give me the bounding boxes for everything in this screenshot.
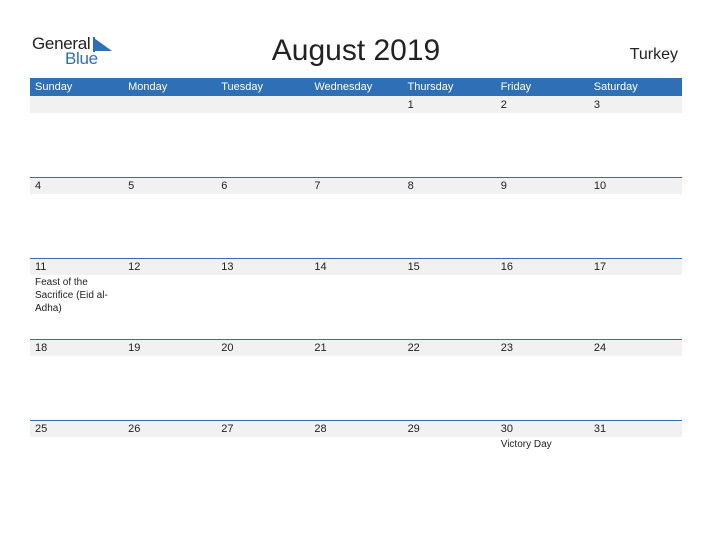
day-number: 26 — [128, 423, 141, 435]
week-row: 1 2 3 — [30, 96, 682, 177]
holiday-event: Feast of the Sacrifice (Eid al-Adha) — [35, 277, 108, 314]
day-number: 22 — [407, 342, 420, 354]
day-cell — [30, 96, 123, 177]
day-cell: 20 — [216, 339, 309, 420]
day-number: 8 — [407, 180, 414, 192]
day-number: 31 — [593, 423, 607, 435]
day-number: 12 — [128, 261, 141, 273]
weekday-header: Sunday Monday Tuesday Wednesday Thursday… — [30, 78, 682, 96]
day-number: 3 — [593, 99, 600, 111]
day-cell: 16 — [496, 258, 589, 339]
day-cell: 14 — [309, 258, 402, 339]
day-number: 18 — [35, 342, 48, 354]
day-number: 20 — [221, 342, 234, 354]
day-cell: 3 — [589, 96, 682, 177]
day-number: 19 — [128, 342, 141, 354]
day-cell: 19 — [123, 339, 216, 420]
day-cell: 12 — [123, 258, 216, 339]
day-cell: 30 Victory Day — [496, 420, 589, 501]
day-cell: 13 — [216, 258, 309, 339]
weekday-monday: Monday — [128, 81, 168, 93]
day-number: 2 — [500, 99, 507, 111]
day-cell: 26 — [123, 420, 216, 501]
day-cell: 11 Feast of the Sacrifice (Eid al-Adha) — [30, 258, 123, 339]
week-row: 25 26 27 28 29 30 Victory Day 31 — [30, 420, 682, 501]
day-number: 17 — [593, 261, 607, 273]
day-number: 1 — [407, 99, 414, 111]
weekday-sunday: Sunday — [35, 81, 73, 93]
day-number: 28 — [314, 423, 327, 435]
day-number: 25 — [35, 423, 48, 435]
day-cell: 9 — [496, 177, 589, 258]
day-cell: 5 — [123, 177, 216, 258]
day-cell: 4 — [30, 177, 123, 258]
day-cell: 22 — [403, 339, 496, 420]
day-cell: 8 — [403, 177, 496, 258]
holiday-event: Victory Day — [500, 439, 552, 450]
day-cell — [216, 96, 309, 177]
day-cell: 6 — [216, 177, 309, 258]
country-label: Turkey — [629, 46, 678, 63]
day-number: 6 — [221, 180, 228, 192]
day-number: 21 — [314, 342, 327, 354]
day-cell: 28 — [309, 420, 402, 501]
day-number: 11 — [35, 261, 47, 273]
day-cell: 17 — [589, 258, 682, 339]
day-number: 5 — [128, 180, 135, 192]
day-number: 29 — [407, 423, 420, 435]
day-cell: 31 — [589, 420, 682, 501]
day-cell: 29 — [403, 420, 496, 501]
day-cell: 23 — [496, 339, 589, 420]
weekday-friday: Friday — [500, 81, 532, 93]
day-number: 7 — [314, 180, 321, 192]
day-number: 15 — [407, 261, 420, 273]
day-cell: 18 — [30, 339, 123, 420]
weekday-thursday: Thursday — [407, 81, 454, 93]
weekday-tuesday: Tuesday — [221, 81, 264, 93]
day-cell: 2 — [496, 96, 589, 177]
day-number: 13 — [221, 261, 234, 273]
day-number: 16 — [500, 261, 513, 273]
week-row: 4 5 6 7 8 9 10 — [30, 177, 682, 258]
day-number: 10 — [593, 180, 607, 192]
day-cell: 7 — [309, 177, 402, 258]
day-number: 4 — [35, 180, 42, 192]
week-row: 11 Feast of the Sacrifice (Eid al-Adha) 12… — [30, 258, 682, 339]
week-row: 18 19 20 21 22 23 24 — [30, 339, 682, 420]
day-number: 23 — [500, 342, 513, 354]
weekday-wednesday: Wednesday — [314, 81, 373, 93]
day-cell: 27 — [216, 420, 309, 501]
day-cell — [309, 96, 402, 177]
day-number: 9 — [500, 180, 507, 192]
day-number: 24 — [593, 342, 607, 354]
day-cell: 21 — [309, 339, 402, 420]
day-cell — [123, 96, 216, 177]
day-number: 27 — [221, 423, 234, 435]
day-cell: 10 — [589, 177, 682, 258]
day-number: 30 — [500, 423, 513, 435]
day-cell: 25 — [30, 420, 123, 501]
weekday-saturday: Saturday — [593, 81, 638, 93]
calendar-title: August 2019 — [271, 34, 441, 67]
day-cell: 24 — [589, 339, 682, 420]
day-number: 14 — [314, 261, 327, 273]
day-cell: 15 — [403, 258, 496, 339]
day-cell: 1 — [403, 96, 496, 177]
